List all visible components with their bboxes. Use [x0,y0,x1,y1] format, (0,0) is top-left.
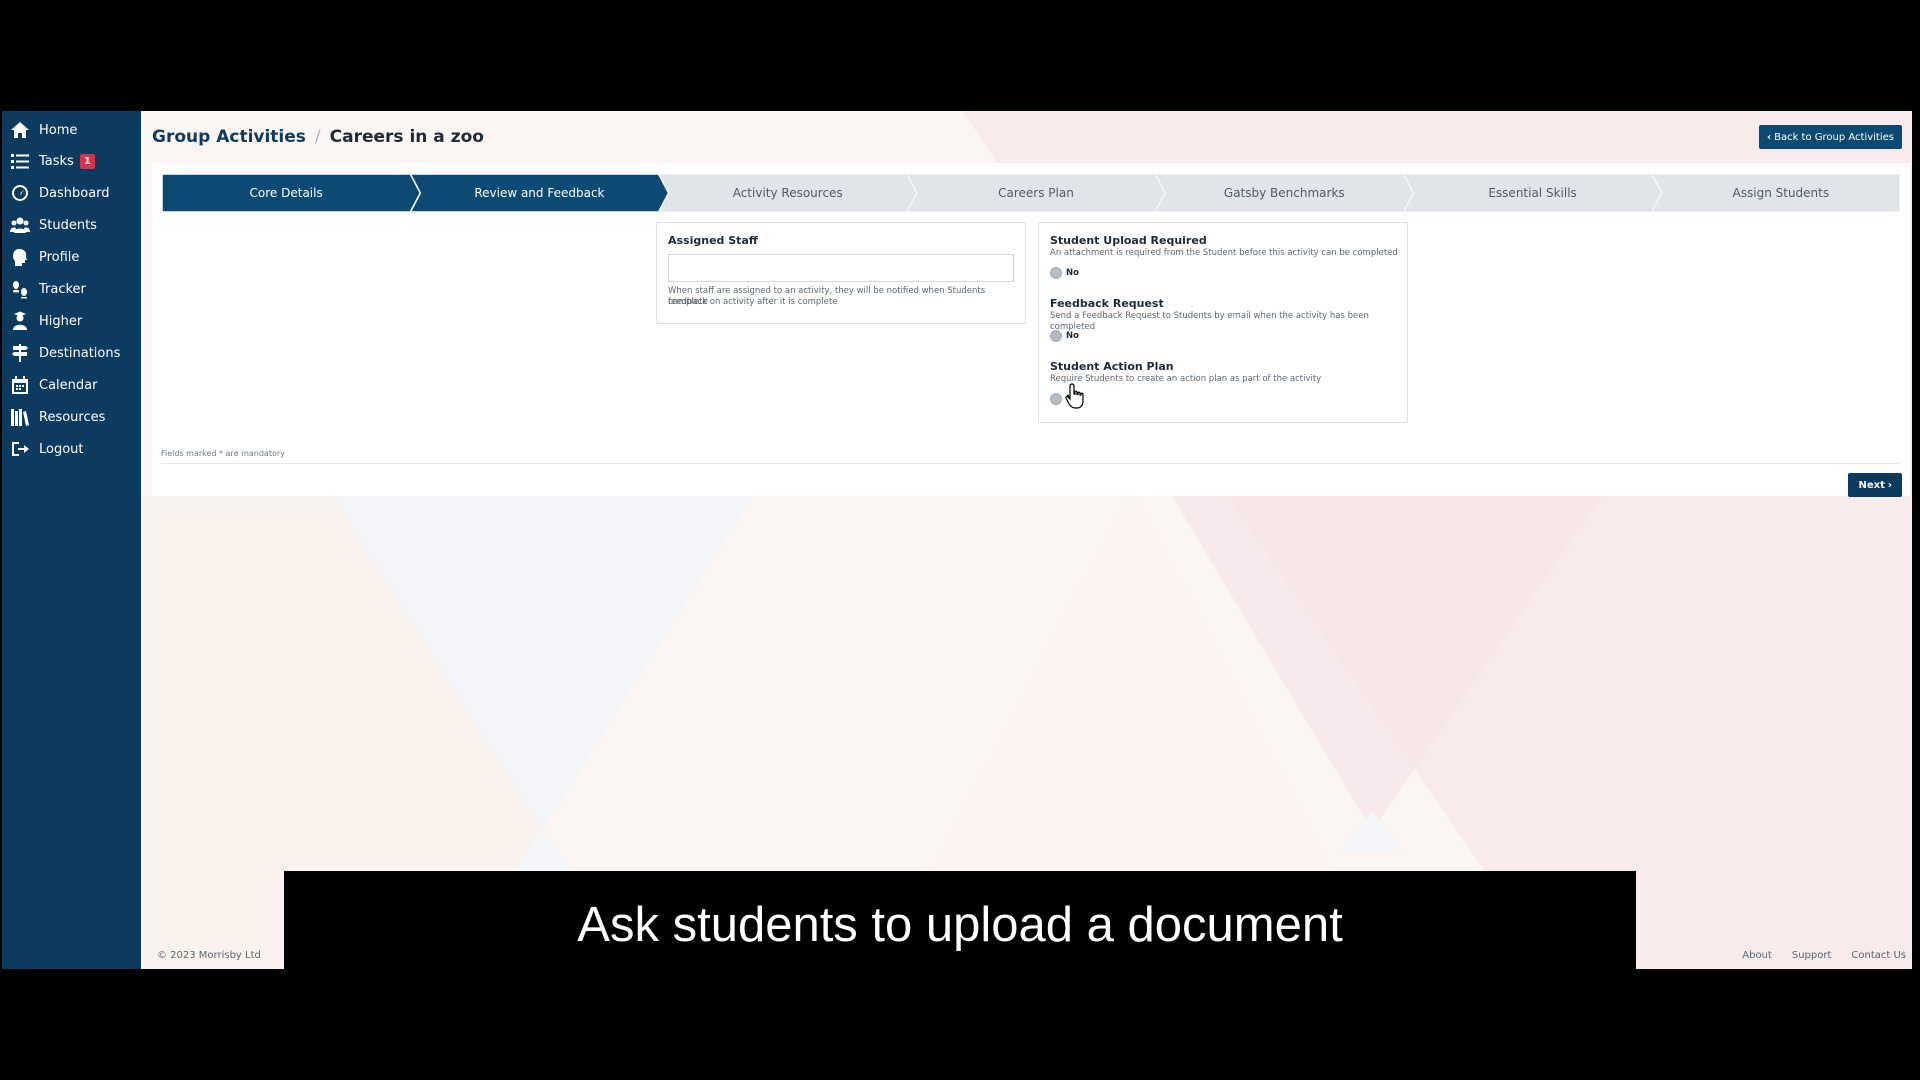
sidebar-item-label: Logout [39,441,84,457]
next-button-label: Next [1858,479,1885,491]
home-icon [9,119,31,141]
footer-support-link[interactable]: Support [1792,950,1832,961]
caption-text: Ask students to upload a document [577,898,1343,952]
app-window: Home Tasks 1 Dashboard Students Profile [2,111,1912,969]
profile-icon [9,246,31,268]
assigned-staff-title: Assigned Staff [668,234,758,247]
sidebar-item-logout[interactable]: Logout [2,434,141,464]
divider [161,463,1901,464]
sidebar-item-label: Profile [39,249,80,265]
books-icon [9,406,31,428]
toggle-value: No [1066,331,1079,341]
back-to-group-activities-button[interactable]: ‹ Back to Group Activities [1758,125,1902,149]
toggle-knob [1050,267,1062,279]
video-frame: Home Tasks 1 Dashboard Students Profile [0,0,1920,1080]
breadcrumb-group-activities-link[interactable]: Group Activities [152,127,306,147]
step-label: Gatsby Benchmarks [1223,186,1345,200]
logout-icon [9,438,31,460]
step-review-and-feedback[interactable]: Review and Feedback [415,174,663,212]
step-label: Careers Plan [998,186,1074,200]
action-plan-title: Student Action Plan [1050,360,1174,373]
sidebar-item-label: Students [39,217,97,233]
assigned-staff-input[interactable] [668,254,1014,282]
step-label: Core Details [249,186,323,200]
next-button[interactable]: Next › [1848,473,1902,497]
step-essential-skills[interactable]: Essential Skills [1408,174,1656,212]
students-icon [9,214,31,236]
breadcrumb-separator: / [314,127,321,147]
step-careers-plan[interactable]: Careers Plan [912,174,1160,212]
sidebar-item-tracker[interactable]: Tracker [2,274,141,304]
tracker-icon [9,278,31,300]
action-plan-desc: Require Students to create an action pla… [1050,374,1322,384]
step-label: Review and Feedback [474,186,605,200]
page-title: Careers in a zoo [329,127,484,147]
step-label: Assign Students [1732,186,1830,200]
chevron-left-icon: ‹ [1766,131,1772,143]
sidebar-item-label: Higher [39,313,83,329]
tasks-icon [9,150,31,172]
step-label: Activity Resources [732,186,843,200]
step-label: Essential Skills [1488,186,1577,200]
sidebar-item-label: Tracker [39,281,86,297]
mandatory-fields-note: Fields marked * are mandatory [161,449,285,458]
sidebar: Home Tasks 1 Dashboard Students Profile [2,111,141,969]
calendar-icon [9,374,31,396]
tasks-count-badge: 1 [79,153,95,169]
sidebar-item-students[interactable]: Students [2,210,141,240]
sidebar-item-profile[interactable]: Profile [2,242,141,272]
sidebar-item-label: Resources [39,409,106,425]
toggle-value: No [1066,268,1079,278]
back-button-label: Back to Group Activities [1774,131,1894,143]
footer-links: About Support Contact Us [1722,950,1906,961]
step-core-details[interactable]: Core Details [162,174,410,212]
toggle-knob [1050,330,1062,342]
feedback-request-title: Feedback Request [1050,297,1164,310]
breadcrumb: Group Activities / Careers in a zoo [152,127,484,147]
activity-form-panel: Core Details Review and Feedback Activit… [152,163,1910,497]
sidebar-item-label: Calendar [39,377,98,393]
step-activity-resources[interactable]: Activity Resources [664,174,912,212]
footer-contact-link[interactable]: Contact Us [1851,950,1906,961]
assigned-staff-card: Assigned Staff When staff are assigned t… [656,222,1026,324]
step-assign-students[interactable]: Assign Students [1657,174,1905,212]
step-gatsby-benchmarks[interactable]: Gatsby Benchmarks [1160,174,1408,212]
student-upload-desc: An attachment is required from the Stude… [1050,248,1398,258]
activity-options-card: Student Upload Required An attachment is… [1038,222,1408,423]
sidebar-item-tasks[interactable]: Tasks 1 [2,146,141,176]
footer-copyright: © 2023 Morrisby Ltd [157,950,261,961]
sidebar-item-resources[interactable]: Resources [2,402,141,432]
sidebar-item-home[interactable]: Home [2,115,141,145]
sidebar-item-dashboard[interactable]: Dashboard [2,178,141,208]
sidebar-item-label: Home [39,122,78,138]
graduation-cap-icon [9,310,31,332]
dashboard-icon [9,182,31,204]
hand-pointer-cursor-icon [1065,383,1084,409]
student-upload-toggle[interactable]: No [1050,266,1079,280]
sidebar-item-label: Destinations [39,345,121,361]
assigned-staff-help-line2: feedback on activity after it is complet… [668,297,838,307]
wizard-stepper: Core Details Review and Feedback Activit… [162,174,1900,212]
sidebar-item-higher[interactable]: Higher [2,306,141,336]
feedback-request-desc: Send a Feedback Request to Students by e… [1050,311,1369,332]
footer-about-link[interactable]: About [1742,950,1772,961]
student-upload-title: Student Upload Required [1050,234,1207,247]
sidebar-item-destinations[interactable]: Destinations [2,338,141,368]
sidebar-item-label: Dashboard [39,185,110,201]
feedback-request-toggle[interactable]: No [1050,329,1079,343]
chevron-right-icon: › [1887,479,1892,491]
video-caption: Ask students to upload a document [284,871,1636,969]
toggle-knob [1050,393,1062,405]
sidebar-item-calendar[interactable]: Calendar [2,370,141,400]
signpost-icon [9,342,31,364]
sidebar-item-label: Tasks [39,153,74,169]
